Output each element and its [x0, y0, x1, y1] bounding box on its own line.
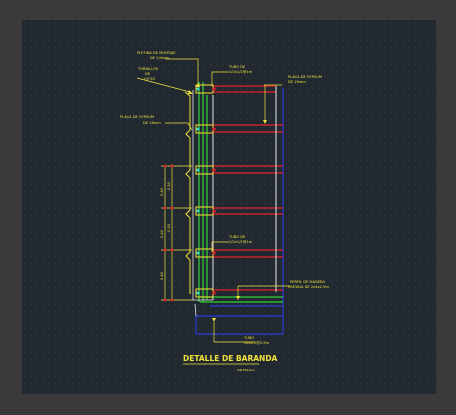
- dimension-label-1: 0.50: [167, 181, 171, 190]
- dimension-label-5: 0.40: [160, 271, 164, 280]
- label-viga-line1: PERFIL DE MADERA: [290, 280, 325, 284]
- scale-label: SIN ESCALA: [237, 368, 256, 372]
- app-background: PLETINA DE MONTAJE DE 1/4mm TORNILLOS DE…: [0, 0, 456, 415]
- label-tornillos-line3: 1/4"X2: [143, 77, 155, 81]
- label-tubo-top-line2: 1/2x1/2@1m: [229, 70, 253, 74]
- red-rail-tubes: [213, 85, 283, 291]
- dimension-label-3: 0.50: [167, 223, 171, 232]
- label-tubo-bottom-line1: TUBO: [243, 336, 254, 340]
- label-platina-line2: DE 1/4mm: [150, 56, 169, 60]
- dimension-label-4: 0.40: [160, 229, 164, 238]
- label-tubo-mid-line2: 1/2x1/2@1m: [229, 240, 253, 244]
- dimension-lines: [161, 164, 192, 301]
- label-tornillos-line1: TORNILLOS: [137, 67, 159, 71]
- railing-detail-drawing: PLETINA DE MONTAJE DE 1/4mm TORNILLOS DE…: [120, 51, 329, 372]
- drawing-title: DETALLE DE BARANDA: [183, 354, 278, 363]
- drawing-canvas[interactable]: PLETINA DE MONTAJE DE 1/4mm TORNILLOS DE…: [22, 20, 436, 394]
- label-placa-right-line2: DE 16mm: [288, 80, 306, 84]
- label-tornillos-line2: DE: [145, 72, 151, 76]
- label-placa-left-line2: DE 16mm: [143, 121, 161, 125]
- label-viga-line2: PINTADA DE 2x4x2.5m: [288, 285, 329, 289]
- label-tubo-top-line1: TUBO DE: [228, 65, 246, 69]
- gypsum-plate-left: [191, 90, 213, 317]
- label-platina-line1: PLETINA DE MONTAJE: [137, 51, 176, 55]
- white-wall-post: [212, 86, 277, 300]
- green-glass-panel: [198, 82, 283, 303]
- label-tubo-mid-line1: TUBO DE: [228, 235, 246, 239]
- dimension-label-2: 0.40: [160, 187, 164, 196]
- label-tubo-bottom-line2: 2x4x.2@2.5m: [244, 341, 270, 345]
- label-placa-right-line1: PLACA DE GYPSUM: [288, 75, 322, 79]
- label-placa-left-line1: PLACA DE GYPSUM: [120, 115, 154, 119]
